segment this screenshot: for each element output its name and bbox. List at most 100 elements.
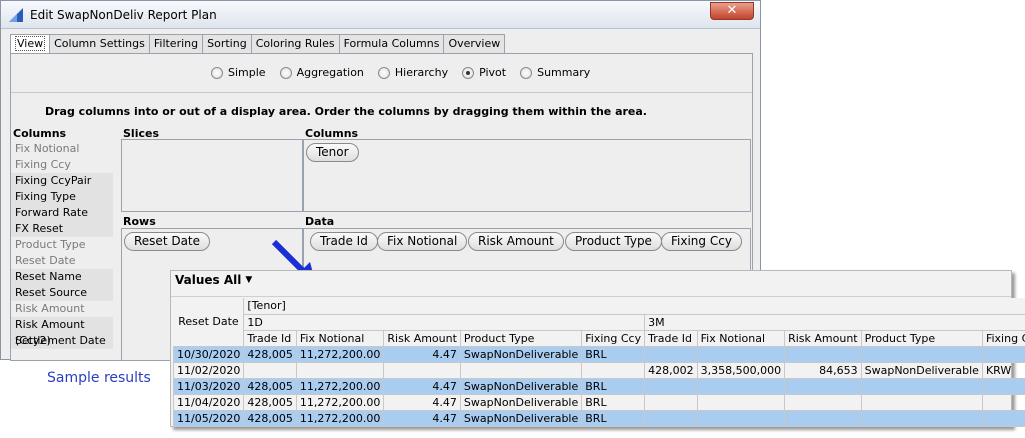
- mode-summary[interactable]: Summary: [520, 66, 590, 79]
- table-cell: SwapNonDeliverable: [459, 409, 583, 427]
- table-cell: [860, 393, 983, 411]
- column-item[interactable]: Fix Notional: [11, 141, 113, 157]
- column-item[interactable]: Fixing Ccy: [11, 157, 113, 173]
- radio-selected-icon[interactable]: [462, 66, 475, 79]
- table-cell: [696, 393, 786, 411]
- table-cell: [696, 409, 786, 427]
- tab-coloring-rules[interactable]: Coloring Rules: [250, 34, 340, 53]
- available-columns-list[interactable]: Fix Notional Fixing Ccy Fixing CcyPair F…: [11, 141, 113, 353]
- table-row[interactable]: 11/02/2020 428,002 3,358,500,000 84,653 …: [172, 361, 1025, 379]
- group-header-row: 1D 3M: [174, 313, 1025, 331]
- table-cell: [981, 393, 1025, 411]
- table-row[interactable]: 11/05/2020 428,005 11,272,200.00 4.47 Sw…: [172, 409, 1025, 427]
- table-cell: 11,272,200.00: [295, 377, 385, 395]
- dropdown-caret-icon: ▼: [245, 275, 253, 285]
- pivot-header: [Tenor]: [243, 298, 1025, 315]
- column-item[interactable]: Risk Amount (Ccy2): [11, 317, 113, 347]
- header-row: Reset Date [Tenor]: [173, 298, 1025, 346]
- table-cell: 428,005: [243, 393, 297, 411]
- table-cell: [644, 409, 698, 427]
- radio-icon[interactable]: [211, 66, 223, 79]
- table-row[interactable]: 10/30/2020 428,005 11,272,200.00 4.47 Sw…: [172, 345, 1025, 363]
- sample-results-panel: Values All ▼ Reset Date [Tenor] 1D 3M Tr…: [170, 270, 1025, 427]
- table-cell: [784, 345, 862, 363]
- table-cell: 11,272,200.00: [295, 409, 385, 427]
- row-header-reset-date: Reset Date: [173, 298, 244, 346]
- table-cell: 428,002: [644, 361, 698, 379]
- mode-pivot[interactable]: Pivot: [462, 66, 506, 79]
- radio-icon[interactable]: [377, 66, 390, 79]
- data-area[interactable]: Trade Id Fix Notional Risk Amount Produc…: [303, 228, 751, 271]
- column-header[interactable]: Product Type: [860, 329, 983, 347]
- column-header[interactable]: Fixing Ccy: [981, 329, 1025, 347]
- column-item[interactable]: Product Type: [11, 237, 113, 253]
- tab-formula-columns[interactable]: Formula Columns: [338, 34, 445, 53]
- data-pill-risk-amount[interactable]: Risk Amount: [468, 232, 564, 251]
- column-header[interactable]: Fix Notional: [696, 329, 786, 347]
- columns-header: Columns: [13, 127, 67, 140]
- column-item[interactable]: Reset Name: [11, 269, 113, 285]
- mode-aggregation[interactable]: Aggregation: [279, 66, 364, 79]
- app-icon: [9, 8, 23, 22]
- column-header[interactable]: Trade Id: [243, 329, 297, 347]
- mode-simple[interactable]: Simple: [211, 66, 266, 79]
- table-row[interactable]: 11/03/2020 428,005 11,272,200.00 4.47 Sw…: [172, 377, 1025, 395]
- columns-area[interactable]: Tenor: [303, 139, 751, 212]
- table-cell: [981, 377, 1025, 395]
- column-header[interactable]: Fix Notional: [295, 329, 385, 347]
- close-button[interactable]: ✕: [710, 2, 754, 20]
- slices-area[interactable]: [121, 139, 303, 212]
- table-cell: 4.47: [383, 393, 461, 411]
- group-header-1d: 1D: [243, 313, 646, 331]
- mode-hierarchy[interactable]: Hierarchy: [377, 66, 448, 79]
- table-cell: [644, 377, 698, 395]
- column-item[interactable]: Risk Amount: [11, 301, 113, 317]
- tab-sorting[interactable]: Sorting: [202, 34, 252, 53]
- column-header[interactable]: Trade Id: [644, 329, 698, 347]
- data-pill-product-type[interactable]: Product Type: [565, 232, 662, 251]
- table-cell: [243, 361, 297, 379]
- tab-view[interactable]: View: [10, 34, 51, 54]
- table-cell: BRL: [581, 393, 646, 411]
- column-header[interactable]: Product Type: [459, 329, 583, 347]
- divider: [11, 92, 752, 93]
- column-item[interactable]: Settlement Date: [11, 333, 113, 349]
- table-row[interactable]: 11/04/2020 428,005 11,272,200.00 4.47 Sw…: [172, 393, 1025, 411]
- tab-filtering[interactable]: Filtering: [148, 34, 204, 53]
- tab-overview[interactable]: Overview: [443, 34, 506, 53]
- column-item[interactable]: Fixing CcyPair: [11, 173, 113, 189]
- column-header[interactable]: Risk Amount: [784, 329, 862, 347]
- radio-icon[interactable]: [279, 66, 292, 79]
- radio-icon[interactable]: [520, 66, 533, 79]
- columns-pill-tenor[interactable]: Tenor: [306, 143, 359, 162]
- window-title: Edit SwapNonDeliv Report Plan: [30, 8, 217, 22]
- group-header-3m: 3M: [644, 313, 1025, 331]
- column-item[interactable]: Forward Rate: [11, 205, 113, 221]
- table-cell: 428,005: [243, 409, 297, 427]
- table-cell: [644, 345, 698, 363]
- table-cell: [981, 345, 1025, 363]
- display-mode-group: Simple Aggregation Hierarchy Pivot Summa…: [211, 66, 590, 79]
- title-bar[interactable]: Edit SwapNonDeliv Report Plan ✕: [1, 1, 760, 29]
- table-cell: [784, 409, 862, 427]
- column-item[interactable]: Reset Date: [11, 253, 113, 269]
- tab-column-settings[interactable]: Column Settings: [49, 34, 150, 53]
- column-item[interactable]: Reset Source: [11, 285, 113, 301]
- table-cell: [459, 361, 583, 379]
- values-dropdown[interactable]: Values All ▼: [175, 273, 252, 287]
- row-date: 11/05/2020: [172, 409, 245, 427]
- row-date: 11/04/2020: [172, 393, 245, 411]
- data-pill-fix-notional[interactable]: Fix Notional: [377, 232, 468, 251]
- row-date: 11/02/2020: [172, 361, 245, 379]
- column-header[interactable]: Fixing Ccy: [581, 329, 646, 347]
- column-header[interactable]: Risk Amount: [383, 329, 461, 347]
- table-cell: BRL: [581, 409, 646, 427]
- column-item[interactable]: Fixing Type: [11, 189, 113, 205]
- rows-pill-reset-date[interactable]: Reset Date: [124, 232, 211, 251]
- column-item[interactable]: FX Reset: [11, 221, 113, 237]
- sample-results-label: Sample results: [47, 370, 151, 386]
- data-pill-fixing-ccy[interactable]: Fixing Ccy: [661, 232, 742, 251]
- pivot-table: Reset Date [Tenor] 1D 3M Trade Id Fix No…: [172, 298, 1025, 427]
- table-cell: 428,005: [243, 377, 297, 395]
- table-cell: [860, 409, 983, 427]
